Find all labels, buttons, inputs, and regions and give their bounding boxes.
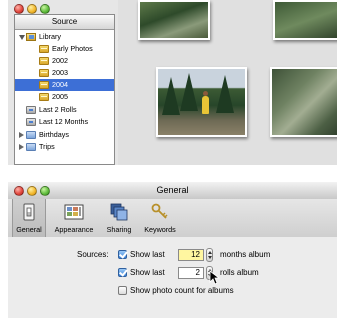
general-pane: Sources: Show last 12 months album Show … [8,237,337,318]
tree-item-label: Birthdays [39,130,69,139]
tree-item-album[interactable]: 2005 [15,91,114,103]
tab-appearance[interactable]: Appearance [48,199,100,237]
tab-label: Keywords [144,225,176,234]
tree-item-label: Last 12 Months [39,117,89,126]
source-list: Source Library Early Photos 2002 2003 20… [14,14,115,165]
preferences-window: General General Appearance Sharing Keywo… [8,182,337,318]
folder-icon [26,143,36,151]
preferences-toolbar: General Appearance Sharing Keywords [8,199,337,238]
appearance-icon [64,204,84,220]
tree-item-album[interactable]: 2003 [15,67,114,79]
sources-label: Sources: [77,250,109,259]
album-icon [39,57,49,65]
photo-thumbnail[interactable] [156,67,247,137]
minimize-button[interactable] [27,4,37,14]
photo-thumbnail[interactable] [273,0,337,40]
tab-general[interactable]: General [12,199,46,237]
months-suffix: months album [220,250,271,259]
tree-item-label: 2005 [52,92,68,101]
tree-item-album[interactable]: 2002 [15,55,114,67]
months-field[interactable]: 12 [178,249,204,261]
album-icon [39,69,49,77]
tree-item-library[interactable]: Library [15,31,114,43]
tab-label: Sharing [106,225,132,234]
iphoto-window: Source Library Early Photos 2002 2003 20… [8,0,337,165]
disclosure-open-icon[interactable] [19,35,25,40]
checkbox-label: Show photo count for albums [130,286,234,295]
tab-sharing[interactable]: Sharing [101,199,137,237]
tab-keywords[interactable]: Keywords [138,199,182,237]
photo-thumbnail[interactable] [270,67,337,137]
rolls-field[interactable]: 2 [178,267,204,279]
months-stepper[interactable] [206,248,213,262]
rolls-suffix: rolls album [220,268,259,277]
photo-viewer [118,0,337,165]
tab-label: Appearance [54,225,94,234]
tree-item-label: 2003 [52,68,68,77]
tree-item-album[interactable]: Early Photos [15,43,114,55]
sharing-icon [110,203,128,221]
album-icon [39,81,49,89]
show-photo-count-checkbox[interactable] [118,286,127,295]
keys-icon [151,203,168,219]
show-last-rolls-checkbox[interactable] [118,268,127,277]
disclosure-closed-icon[interactable] [19,132,24,138]
tree-item-label: 2002 [52,56,68,65]
disclosure-closed-icon[interactable] [19,144,24,150]
checkbox-label: Show last [130,250,165,259]
tree-item-label: Trips [39,142,55,151]
light-switch-icon [23,203,35,221]
album-icon [39,45,49,53]
tree-item-smart-album[interactable]: Last 2 Rolls [15,104,114,116]
window-title: General [156,185,189,195]
album-icon [39,93,49,101]
tree-item-folder[interactable]: Trips [15,141,114,153]
show-last-months-checkbox[interactable] [118,250,127,259]
library-icon [26,33,36,41]
tree-item-label: Early Photos [52,44,93,53]
tree-item-folder[interactable]: Birthdays [15,129,114,141]
photo-thumbnail[interactable] [138,0,210,40]
source-header[interactable]: Source [15,15,114,30]
checkbox-label: Show last [130,268,165,277]
smart-album-icon [26,106,36,114]
close-button[interactable] [14,4,24,14]
mouse-pointer-icon [209,270,220,285]
tree-item-label: Library [39,32,61,41]
tab-label: General [16,225,42,234]
tree-item-label: Last 2 Rolls [39,105,77,114]
tree-item-label: 2004 [52,80,68,89]
tree-item-smart-album[interactable]: Last 12 Months [15,116,114,128]
tree-item-album-selected[interactable]: 2004 [15,79,114,91]
zoom-button[interactable] [40,4,50,14]
titlebar[interactable]: General [8,182,337,200]
folder-icon [26,131,36,139]
smart-album-icon [26,118,36,126]
